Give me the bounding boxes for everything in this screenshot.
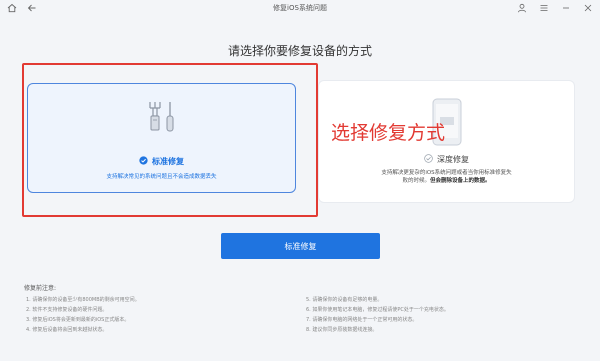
notes-right-column: 5. 请确保你的设备有足够的电量。 6. 如果你使用笔记本电脑，修复过程请使PC…: [306, 295, 449, 335]
note-item: 4. 修复后设备将会回到未越狱状态。: [26, 327, 108, 333]
close-icon[interactable]: [582, 2, 594, 14]
title-bar: 修复iOS系统问题: [0, 0, 600, 18]
deep-repair-description: 支持解决更复杂的iOS系统问题或者当你用标准修复失 败的时候。但会删除设备上的数…: [329, 169, 564, 185]
unchecked-circle-icon: [424, 154, 433, 165]
menu-icon[interactable]: [538, 2, 550, 14]
note-item: 2. 软件不支持修复设备的硬件问题。: [26, 307, 108, 313]
deep-repair-description-line2: 败的时候。但会删除设备上的数据。: [329, 177, 564, 185]
deep-repair-data-warning: 但会删除设备上的数据。: [430, 178, 491, 184]
notes-left-column: 1. 请确保你的设备至少有800MB的剩余可用空间。 2. 软件不支持修复设备的…: [26, 295, 140, 335]
note-item: 1. 请确保你的设备至少有800MB的剩余可用空间。: [26, 297, 140, 303]
annotation-frame: [22, 63, 318, 217]
notes-title: 修复前注意:: [24, 285, 57, 292]
note-item: 3. 修复后iOS将会更新到最新的iOS正式版本。: [26, 317, 130, 323]
deep-repair-description-line1: 支持解决更复杂的iOS系统问题或者当你用标准修复失: [381, 170, 512, 176]
user-icon[interactable]: [516, 2, 528, 14]
note-item: 5. 请确保你的设备有足够的电量。: [306, 297, 383, 303]
deep-repair-description-line2-prefix: 败的时候。: [402, 178, 430, 184]
standard-repair-button[interactable]: 标准修复: [221, 233, 380, 259]
page-heading: 请选择你要修复设备的方式: [227, 44, 372, 58]
note-item: 7. 请确保你电脑的网络处于一个正常可用的状态。: [306, 317, 418, 323]
annotation-label: 选择修复方式: [331, 122, 446, 144]
deep-repair-title-row: 深度修复: [319, 154, 574, 165]
minimize-icon[interactable]: [560, 2, 572, 14]
deep-repair-title: 深度修复: [437, 155, 469, 164]
note-item: 6. 如果你使用笔记本电脑，修复过程请使PC处于一个充电状态。: [306, 307, 449, 313]
note-item: 8. 建议你同步原装数据线连接。: [306, 327, 378, 333]
window-title: 修复iOS系统问题: [273, 4, 327, 12]
